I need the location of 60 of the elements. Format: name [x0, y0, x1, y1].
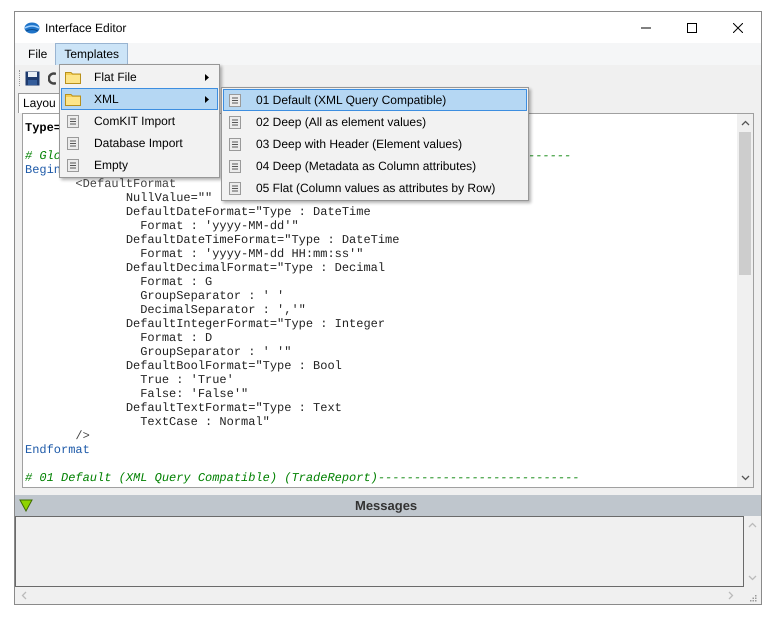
- document-icon: [229, 182, 241, 194]
- menu-item[interactable]: ComKIT Import: [61, 110, 218, 132]
- code-comment: ------: [528, 149, 572, 163]
- document-icon: [67, 114, 79, 128]
- menu-item[interactable]: Templates: [55, 43, 128, 65]
- code-line: Format : G: [139, 275, 212, 289]
- window-title: Interface Editor: [45, 20, 126, 36]
- document-icon: [229, 138, 241, 150]
- document-icon: [229, 94, 241, 106]
- menu-item[interactable]: 04 Deep (Metadata as Column attributes): [223, 155, 527, 177]
- code-line: False: 'False'": [139, 387, 248, 401]
- code-line: DefaultDecimalFormat="Type : Decimal: [124, 261, 386, 275]
- code-line: GroupSeparator : ' '": [139, 345, 292, 359]
- menu-item[interactable]: Empty: [61, 154, 218, 176]
- code-line: DecimalSeparator : ','": [139, 303, 306, 317]
- code-line: Format : 'yyyy-MM-dd'": [139, 219, 299, 233]
- code-line: True : 'True': [139, 373, 234, 387]
- document-icon: [67, 158, 79, 172]
- code-line: />: [74, 429, 90, 443]
- code-line: DefaultBoolFormat="Type : Bool: [124, 359, 342, 373]
- menu-item[interactable]: 05 Flat (Column values as attributes by Row): [223, 177, 527, 199]
- save-icon[interactable]: [25, 70, 40, 86]
- maximize-icon: [687, 22, 697, 32]
- folder-icon: [65, 92, 81, 106]
- code-line: DefaultIntegerFormat="Type : Integer: [124, 317, 386, 331]
- menu-item[interactable]: File: [20, 43, 56, 65]
- collapse-triangle-icon[interactable]: [19, 499, 33, 512]
- code-line: Type=: [25, 121, 62, 135]
- scroll-up-icon[interactable]: [740, 120, 750, 126]
- document-icon: [229, 116, 241, 128]
- scroll-right-icon[interactable]: [728, 591, 734, 600]
- vertical-scrollbar[interactable]: [737, 114, 753, 487]
- code-line: Format : D: [139, 331, 212, 345]
- menu-item[interactable]: 01 Default (XML Query Compatible): [223, 89, 527, 111]
- app-globe-icon: [24, 22, 40, 34]
- code-line: <DefaultFormat: [74, 177, 176, 191]
- menu-item[interactable]: 03 Deep with Header (Element values): [223, 133, 527, 155]
- code-line: NullValue="": [124, 191, 212, 205]
- messages-title: Messages: [355, 496, 418, 515]
- code-line: DefaultDateTimeFormat="Type : DateTime: [124, 233, 400, 247]
- menu-item[interactable]: XML: [61, 88, 218, 110]
- menu-item[interactable]: 02 Deep (All as element values): [223, 111, 527, 133]
- menu-item[interactable]: Flat File: [61, 66, 218, 88]
- scroll-down-icon[interactable]: [740, 475, 750, 481]
- folder-icon: [65, 70, 81, 84]
- code-line: Endformat: [25, 443, 90, 457]
- document-icon: [67, 136, 79, 150]
- scrollbar-thumb[interactable]: [739, 132, 751, 275]
- code-comment: # 01 Default (XML Query Compatible) (TradeReport)----------------------------: [25, 471, 580, 485]
- code-line: Format : 'yyyy-MM-dd HH:mm:ss'": [139, 247, 364, 261]
- menu-item[interactable]: Database Import: [61, 132, 218, 154]
- toolbar-icon[interactable]: [48, 72, 56, 84]
- code-line: DefaultDateFormat="Type : DateTime: [124, 205, 371, 219]
- resize-grip-icon[interactable]: [750, 595, 757, 602]
- code-line: GroupSeparator : ' ': [139, 289, 284, 303]
- code-line: DefaultTextFormat="Type : Text: [124, 401, 342, 415]
- close-icon: [733, 22, 743, 32]
- scroll-left-icon[interactable]: [21, 591, 27, 600]
- code-line: TextCase : Normal": [139, 415, 270, 429]
- document-icon: [229, 160, 241, 172]
